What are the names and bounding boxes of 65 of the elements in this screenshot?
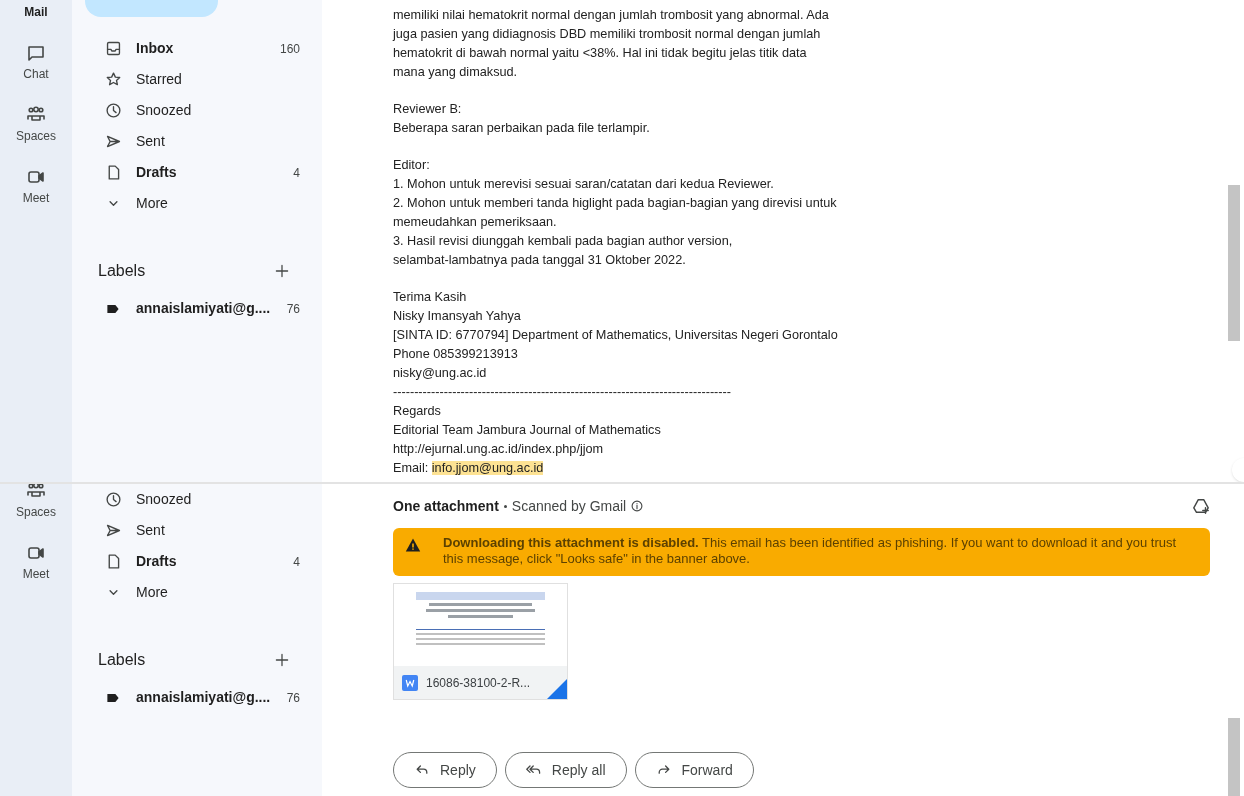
label-item[interactable]: annaislamiyati@g.... 76	[72, 682, 306, 713]
rail-label[interactable]: Chat	[23, 67, 49, 81]
email-text-line: Email: info.jjom@ung.ac.id	[393, 459, 544, 477]
chat-icon[interactable]	[26, 43, 46, 63]
scan-status: Scanned by Gmail	[511, 496, 627, 516]
nav-item[interactable]: More	[72, 188, 306, 219]
nav-item[interactable]: Snoozed	[72, 95, 306, 126]
star-icon	[105, 71, 122, 88]
email-text-line: juga pasien yang didiagnosis DBD memiliki trombosit normal dengan jumlah	[393, 25, 821, 43]
scrollbar-thumb[interactable]	[1228, 718, 1240, 796]
email-text-line: selambat-lambatnya pada tanggal 31 Oktober 2022.	[393, 251, 686, 269]
email-text-line: nisky@ung.ac.id	[393, 364, 487, 382]
email-text-line: memeudahkan pemeriksaan.	[393, 213, 557, 231]
label-item[interactable]: annaislamiyati@g.... 76	[72, 293, 306, 324]
nav-item[interactable]: Starred	[72, 64, 306, 95]
email-text-line: [SINTA ID: 6770794] Department of Mathematics, Universitas Negeri Gorontalo	[393, 326, 838, 344]
inbox-icon	[105, 40, 122, 57]
email-text-line: mana yang dimaksud.	[393, 63, 518, 81]
info-icon[interactable]	[630, 499, 645, 513]
warning-icon	[405, 537, 421, 553]
action-button[interactable]: Reply all	[504, 752, 627, 788]
rail-label[interactable]: Spaces	[16, 129, 56, 143]
email-text-line: Phone 085399213913	[393, 345, 518, 363]
email-text-line: Editorial Team Jambura Journal of Mathematics	[393, 421, 661, 439]
action-button[interactable]: Forward	[634, 752, 754, 788]
email-text-line: Terima Kasih	[393, 288, 467, 306]
email-text-line: 2. Mohon untuk memberi tanda higlight pada bagian-bagian yang direvisi untuk	[393, 194, 837, 212]
warning-message: Downloading this attachment is disabled. This email has been identified as phishing. If you want to download it and you trust this message, click "Looks safe" in the banner above.	[443, 535, 1178, 567]
rail-label[interactable]: Meet	[22, 567, 50, 581]
email-text-line: 1. Mohon untuk merevisi sesuai saran/catatan dari kedua Reviewer.	[393, 175, 774, 193]
email-text-line: 3. Hasil revisi diunggah kembali pada bagian author version,	[393, 232, 733, 250]
attachment-count: One attachment	[393, 496, 499, 516]
labels-heading: Labels	[98, 261, 146, 281]
email-text-line: memiliki nilai hematokrit normal dengan jumlah trombosit yang abnormal. Ada	[393, 6, 829, 24]
nav-item[interactable]: Sent	[72, 515, 306, 546]
word-document-icon	[402, 674, 418, 691]
folded-corner-icon	[547, 679, 567, 699]
nav-item[interactable]: More	[72, 577, 306, 608]
email-text-line: http://ejurnal.ung.ac.id/index.php/jjom	[393, 440, 604, 458]
clock-icon	[105, 491, 122, 508]
rail-label[interactable]: Meet	[22, 191, 50, 205]
rail-label[interactable]: Mail	[24, 5, 48, 19]
email-text-line: Reviewer B:	[393, 100, 462, 118]
email-text-line: Editor:	[393, 156, 430, 174]
scrollbar-thumb[interactable]	[1228, 185, 1240, 341]
email-text-line: Beberapa saran perbaikan pada file terlampir.	[393, 119, 650, 137]
labels-heading: Labels	[98, 650, 146, 670]
email-text-line: Regards	[393, 402, 441, 420]
nav-item[interactable]: Inbox 160	[72, 33, 306, 64]
add-icon[interactable]	[274, 652, 290, 668]
send-icon	[105, 133, 122, 150]
rail-label[interactable]: Spaces	[16, 505, 56, 519]
email-text-line: --------------------------------------------------------------------------------	[393, 383, 731, 401]
email-text-line: hematokrit di bawah normal yaitu <38%. Hal ini tidak begitu jelas titik data	[393, 44, 807, 62]
email-text-line: Nisky Imansyah Yahya	[393, 307, 521, 325]
attachment-card[interactable]: 16086-38100-2-R...	[393, 583, 568, 700]
send-icon	[105, 522, 122, 539]
action-button[interactable]: Reply	[393, 752, 497, 788]
drive-add-icon[interactable]	[1192, 497, 1210, 515]
nav-item[interactable]: Snoozed	[72, 484, 306, 515]
nav-item[interactable]: Drafts 4	[72, 157, 306, 188]
nav-item[interactable]: Drafts 4	[72, 546, 306, 577]
add-icon[interactable]	[274, 263, 290, 279]
clock-icon	[105, 102, 122, 119]
nav-item[interactable]: Sent	[72, 126, 306, 157]
